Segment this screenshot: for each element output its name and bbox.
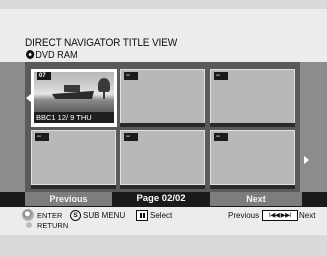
disc-type-label: DVD RAM: [35, 50, 78, 61]
return-hint-label: RETURN: [37, 221, 69, 230]
thumbnail-number-badge: --: [124, 133, 138, 141]
next-hint-label: Next: [299, 211, 316, 220]
scroll-right-arrow-icon[interactable]: [304, 156, 309, 164]
sub-menu-key-icon: S: [70, 210, 81, 221]
tree-trunk-shape: [103, 89, 105, 99]
thumbnail-number-badge: --: [124, 72, 138, 80]
disc-icon: [26, 50, 35, 59]
next-page-button[interactable]: Next: [210, 192, 302, 206]
thumbnail-number-badge: --: [214, 72, 228, 80]
thumbnail-shadow: [210, 123, 295, 127]
thumbnail-shadow: [120, 123, 205, 127]
thumbnail-shadow: [120, 185, 205, 189]
disc-type-row: DVD RAM: [26, 50, 78, 61]
right-edge-strip: [300, 62, 327, 192]
previous-hint-label: Previous: [228, 211, 260, 220]
previous-page-button[interactable]: Previous: [25, 192, 112, 206]
thumbnail-shadow: [31, 185, 116, 189]
skip-keys-icon: I◀◀ ▶▶I: [262, 210, 298, 221]
select-hint-label: Select: [150, 211, 173, 220]
thumbnail-number-badge: --: [35, 133, 49, 141]
page-title: DIRECT NAVIGATOR TITLE VIEW: [25, 37, 178, 49]
thumbnail-caption: BBC1 12/ 9 THU: [34, 112, 114, 123]
direct-navigator-screen: DIRECT NAVIGATOR TITLE VIEW DVD RAM 07 B…: [0, 0, 327, 257]
thumbnail-shadow: [210, 185, 295, 189]
scroll-left-arrow-icon[interactable]: [26, 94, 31, 102]
enter-joystick-icon: [22, 209, 34, 221]
return-button-icon: [26, 222, 32, 228]
sub-menu-hint-label: SUB MENU: [83, 211, 126, 220]
pause-key-icon: [136, 210, 148, 221]
page-indicator: Page 02/02: [136, 193, 186, 204]
thumbnail-number-badge: 07: [37, 72, 51, 80]
boat-cabin-shape: [64, 85, 80, 92]
enter-hint-label: ENTER: [37, 211, 63, 220]
left-edge-strip: [0, 62, 25, 192]
bottom-letterbox-bar: [0, 235, 327, 257]
top-letterbox-bar: [0, 0, 327, 9]
thumbnail-number-badge: --: [214, 133, 228, 141]
